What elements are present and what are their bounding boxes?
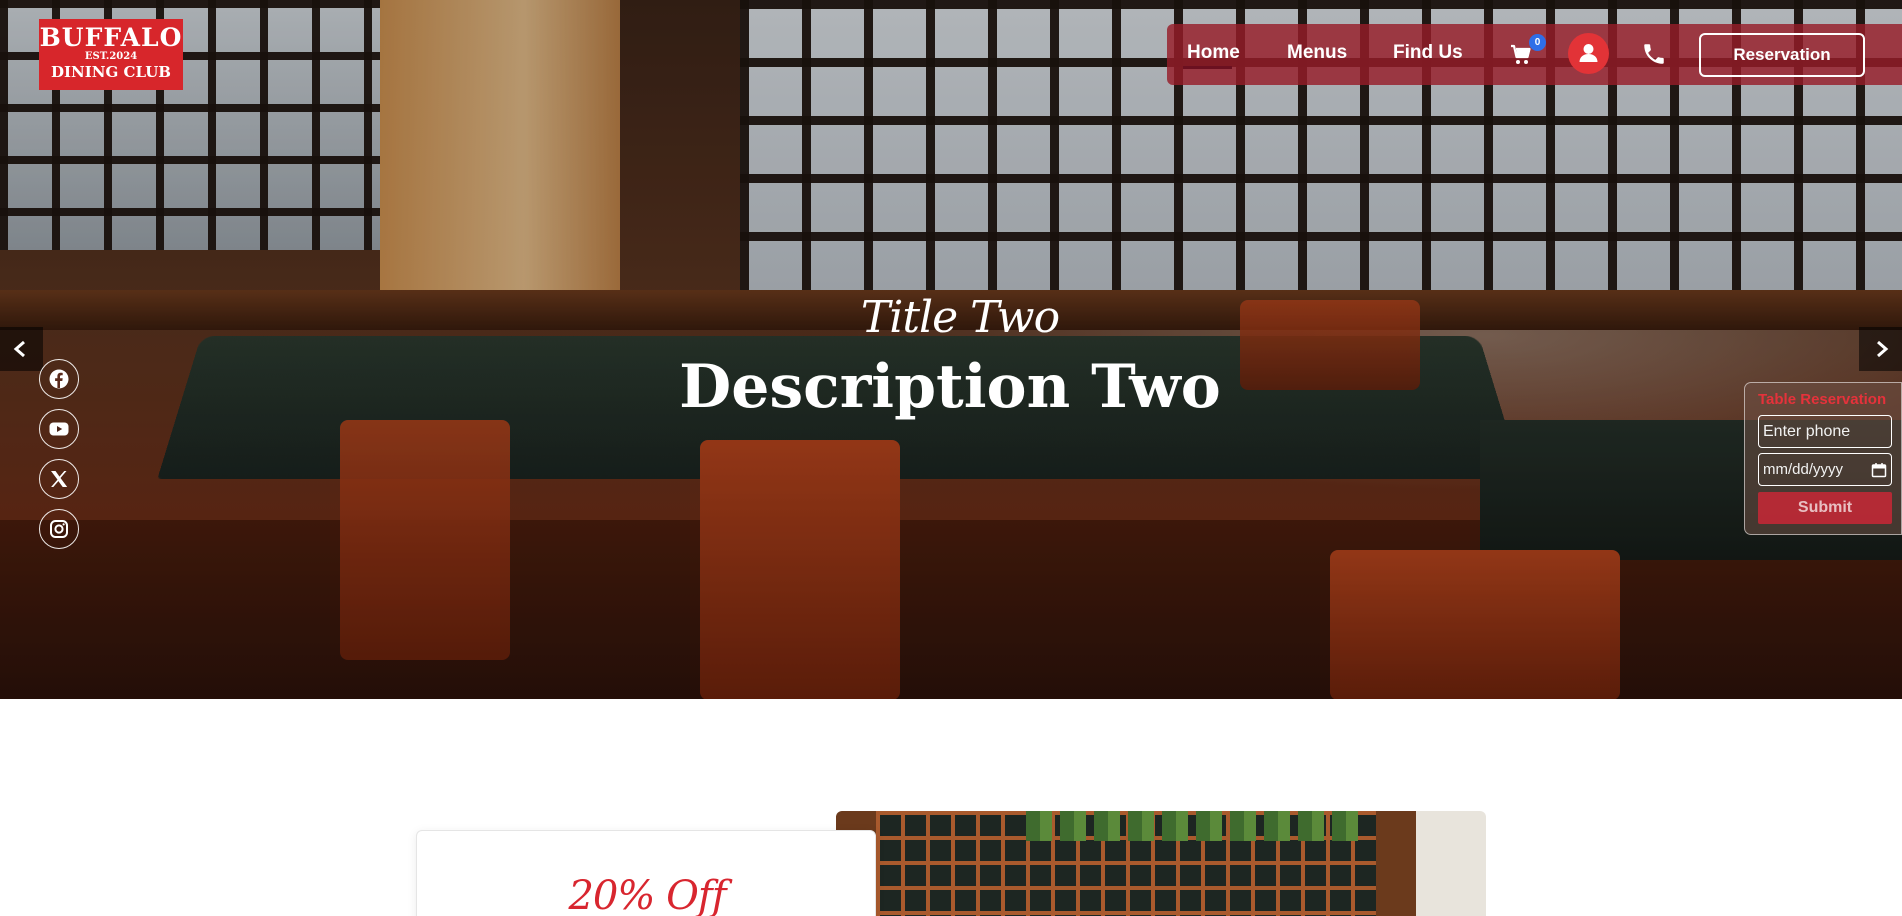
facebook-link[interactable] [39,359,79,399]
slider-prev-button[interactable] [0,327,43,371]
site-logo[interactable]: BUFFALO EST.2024 DINING CLUB [39,19,183,90]
chevron-left-icon [13,340,25,358]
hero-overlay [0,0,1902,699]
logo-name-line2: DINING CLUB [51,63,171,81]
slide-description: Description Two [679,352,1221,422]
youtube-icon [49,422,69,436]
x-link[interactable] [39,459,79,499]
slider-next-button[interactable] [1859,327,1902,371]
promo-card: 20% Off [416,830,876,916]
facebook-icon [49,369,69,389]
calendar-icon[interactable] [1871,462,1887,478]
instagram-icon [50,520,68,538]
nav-link-menus[interactable]: Menus [1287,42,1347,64]
user-account-button[interactable] [1568,33,1609,74]
cart-count-badge: 0 [1529,34,1546,51]
cart-button[interactable]: 0 [1509,34,1546,70]
logo-est: EST.2024 [84,51,138,62]
promo-image [836,811,1486,916]
reservation-submit-button[interactable]: Submit [1758,492,1892,524]
user-icon [1579,44,1598,62]
promo-headline: 20% Off [568,873,726,916]
x-icon [51,471,68,487]
reservation-button[interactable]: Reservation [1699,33,1865,77]
phone-button[interactable] [1641,41,1667,67]
date-input-placeholder: mm/dd/yyyy [1763,461,1844,478]
table-reservation-widget: Table Reservation mm/dd/yyyy Submit [1744,382,1902,535]
chevron-right-icon [1877,340,1889,358]
phone-input[interactable] [1758,415,1892,448]
phone-icon [1644,44,1664,64]
nav-link-find-us[interactable]: Find Us [1393,42,1463,64]
logo-name-line1: BUFFALO [39,23,183,52]
instagram-link[interactable] [39,509,79,549]
promo-image-plants [1026,811,1366,841]
slide-title: Title Two [860,292,1060,343]
reservation-widget-title: Table Reservation [1758,391,1887,408]
main-nav: Home Menus Find Us 0 Reservation [1167,24,1902,85]
youtube-link[interactable] [39,409,79,449]
nav-link-home[interactable]: Home [1183,42,1240,69]
hero-slider: Title Two Description Two [0,0,1902,699]
date-input[interactable]: mm/dd/yyyy [1758,453,1892,486]
